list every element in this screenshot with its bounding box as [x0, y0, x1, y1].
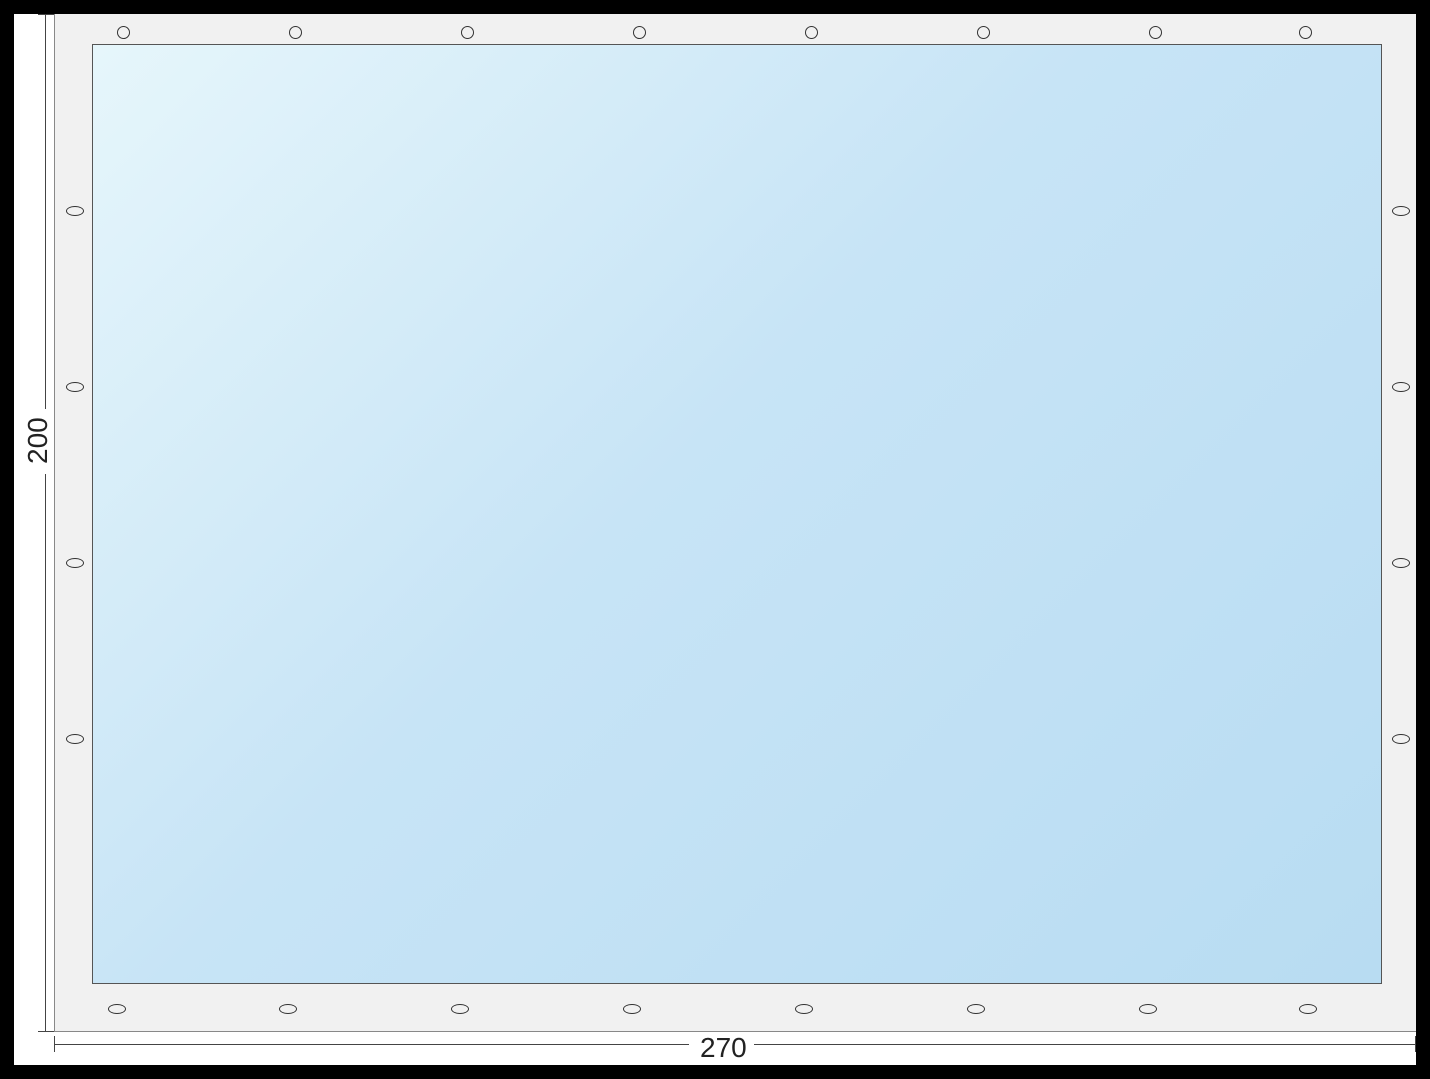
grommet-bottom-3: [623, 1004, 641, 1014]
grommet-bottom-1: [279, 1004, 297, 1014]
diagram-frame: 200 270: [14, 14, 1416, 1065]
grommet-top-7: [1299, 26, 1312, 39]
grommet-right-2: [1392, 558, 1410, 568]
grommet-bottom-4: [795, 1004, 813, 1014]
grommet-right-1: [1392, 382, 1410, 392]
dim-height-tick-bottom: [38, 1031, 54, 1032]
grommet-bottom-5: [967, 1004, 985, 1014]
grommet-left-3: [66, 734, 84, 744]
grommet-left-1: [66, 382, 84, 392]
grommet-left-0: [66, 206, 84, 216]
dim-height-line-lower: [45, 474, 46, 1032]
grommet-bottom-0: [108, 1004, 126, 1014]
grommet-top-2: [461, 26, 474, 39]
grommet-top-5: [977, 26, 990, 39]
grommet-top-0: [117, 26, 130, 39]
dim-height-label: 200: [24, 417, 52, 464]
dim-width-line-left: [54, 1044, 689, 1045]
grommet-top-4: [805, 26, 818, 39]
grommet-left-2: [66, 558, 84, 568]
grommet-right-0: [1392, 206, 1410, 216]
grommet-right-3: [1392, 734, 1410, 744]
dim-width-line-right: [754, 1044, 1416, 1045]
grommet-top-3: [633, 26, 646, 39]
dim-height-tick-top: [38, 14, 54, 15]
dim-width-label: 270: [700, 1034, 747, 1062]
grommet-top-6: [1149, 26, 1162, 39]
tarp-panel: [92, 44, 1382, 984]
grommet-bottom-7: [1299, 1004, 1317, 1014]
dim-height-line-upper: [45, 14, 46, 409]
dim-width-tick-right: [1415, 1036, 1416, 1052]
grommet-top-1: [289, 26, 302, 39]
grommet-bottom-6: [1139, 1004, 1157, 1014]
grommet-bottom-2: [451, 1004, 469, 1014]
